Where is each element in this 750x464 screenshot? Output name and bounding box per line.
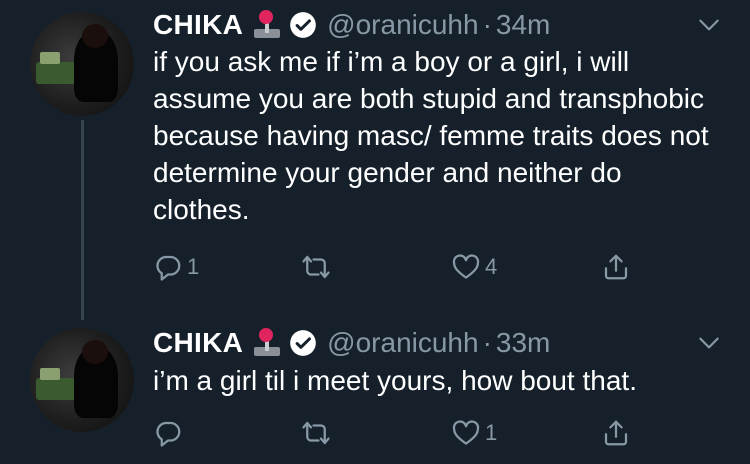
retweet-icon xyxy=(302,421,330,445)
chevron-down-icon[interactable] xyxy=(696,330,722,356)
share-button[interactable] xyxy=(601,252,631,282)
joystick-icon xyxy=(253,328,281,358)
tweet-text: i’m a girl til i meet yours, how bout th… xyxy=(153,365,637,396)
avatar[interactable] xyxy=(30,12,134,116)
retweet-button[interactable] xyxy=(301,252,335,282)
display-name[interactable]: CHIKA xyxy=(153,8,243,42)
tweet-actions: 1 xyxy=(153,418,643,452)
joystick-icon xyxy=(253,10,281,40)
reply-count: 1 xyxy=(187,254,200,279)
tweet-header: CHIKA @oranicuhh · 34m xyxy=(153,8,550,42)
chevron-down-icon[interactable] xyxy=(696,12,722,38)
heart-icon xyxy=(452,254,480,279)
timestamp[interactable]: 34m xyxy=(496,8,550,42)
like-count: 1 xyxy=(485,420,498,445)
retweet-icon xyxy=(302,255,330,279)
share-button[interactable] xyxy=(601,418,631,448)
retweet-button[interactable] xyxy=(301,418,335,448)
avatar[interactable] xyxy=(30,328,134,432)
user-handle[interactable]: @oranicuhh xyxy=(327,8,478,42)
like-button[interactable]: 1 xyxy=(451,418,497,448)
separator-dot: · xyxy=(482,327,492,358)
display-name[interactable]: CHIKA xyxy=(153,326,243,360)
reply-icon xyxy=(156,421,181,447)
reply-button[interactable]: 1 xyxy=(153,252,199,282)
like-count: 4 xyxy=(485,254,498,279)
like-button[interactable]: 4 xyxy=(451,252,497,282)
timestamp[interactable]: 33m xyxy=(496,326,550,360)
tweet-actions: 1 4 xyxy=(153,252,643,286)
heart-icon xyxy=(452,420,480,445)
share-icon xyxy=(604,254,628,280)
tweet-header: CHIKA @oranicuhh · 33m xyxy=(153,326,550,360)
tweet[interactable]: CHIKA @oranicuhh · 33m i’m a girl til i … xyxy=(0,318,750,464)
user-handle[interactable]: @oranicuhh xyxy=(327,326,478,360)
verified-icon xyxy=(290,330,317,356)
reply-button[interactable] xyxy=(153,418,187,448)
verified-icon xyxy=(290,12,317,38)
tweet[interactable]: CHIKA @oranicuhh · 34m if you ask me if … xyxy=(0,0,750,318)
tweet-text: if you ask me if i’m a boy or a girl, i … xyxy=(153,46,709,225)
separator-dot: · xyxy=(482,9,492,40)
share-icon xyxy=(604,420,628,446)
reply-icon xyxy=(156,255,181,281)
